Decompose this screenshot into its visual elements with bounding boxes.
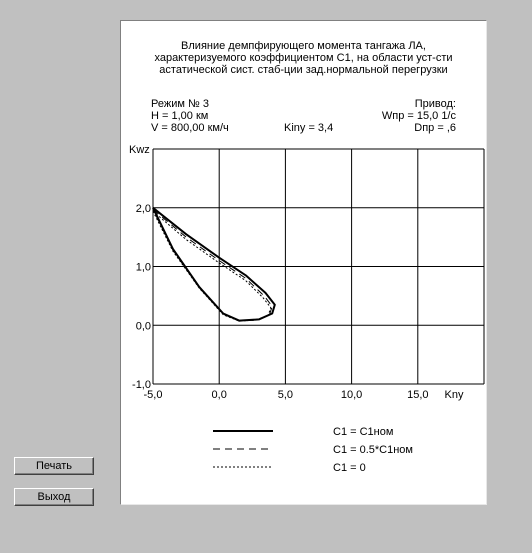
x-axis-label: Kny bbox=[445, 389, 464, 401]
y-axis-label: Kwz bbox=[129, 144, 150, 156]
chart-svg: -5,0 0,0 5,0 10,0 15,0 Kny-1,00,01,02,0Kwz С1… bbox=[129, 144, 485, 474]
exit-button[interactable]: Выход bbox=[14, 488, 94, 506]
x-tick-label: 15,0 bbox=[407, 389, 428, 401]
x-tick-label: 10,0 bbox=[341, 389, 362, 401]
series-line-0 bbox=[152, 207, 276, 322]
legend-label-0: С1 = С1ном bbox=[333, 426, 393, 438]
x-tick-label: 0,0 bbox=[212, 389, 227, 401]
legend-label-2: С1 = 0 bbox=[333, 462, 366, 474]
y-tick-label: 2,0 bbox=[136, 203, 151, 215]
chart-panel: Влияние демпфирующего момента тангажа ЛА… bbox=[120, 20, 487, 505]
series-line-1 bbox=[152, 209, 273, 322]
y-tick-label: -1,0 bbox=[132, 379, 151, 391]
x-tick-label: 5,0 bbox=[278, 389, 293, 401]
legend-label-1: С1 = 0.5*С1ном bbox=[333, 444, 413, 456]
y-tick-label: 0,0 bbox=[136, 320, 151, 332]
print-button[interactable]: Печать bbox=[14, 457, 94, 475]
y-tick-label: 1,0 bbox=[136, 262, 151, 274]
